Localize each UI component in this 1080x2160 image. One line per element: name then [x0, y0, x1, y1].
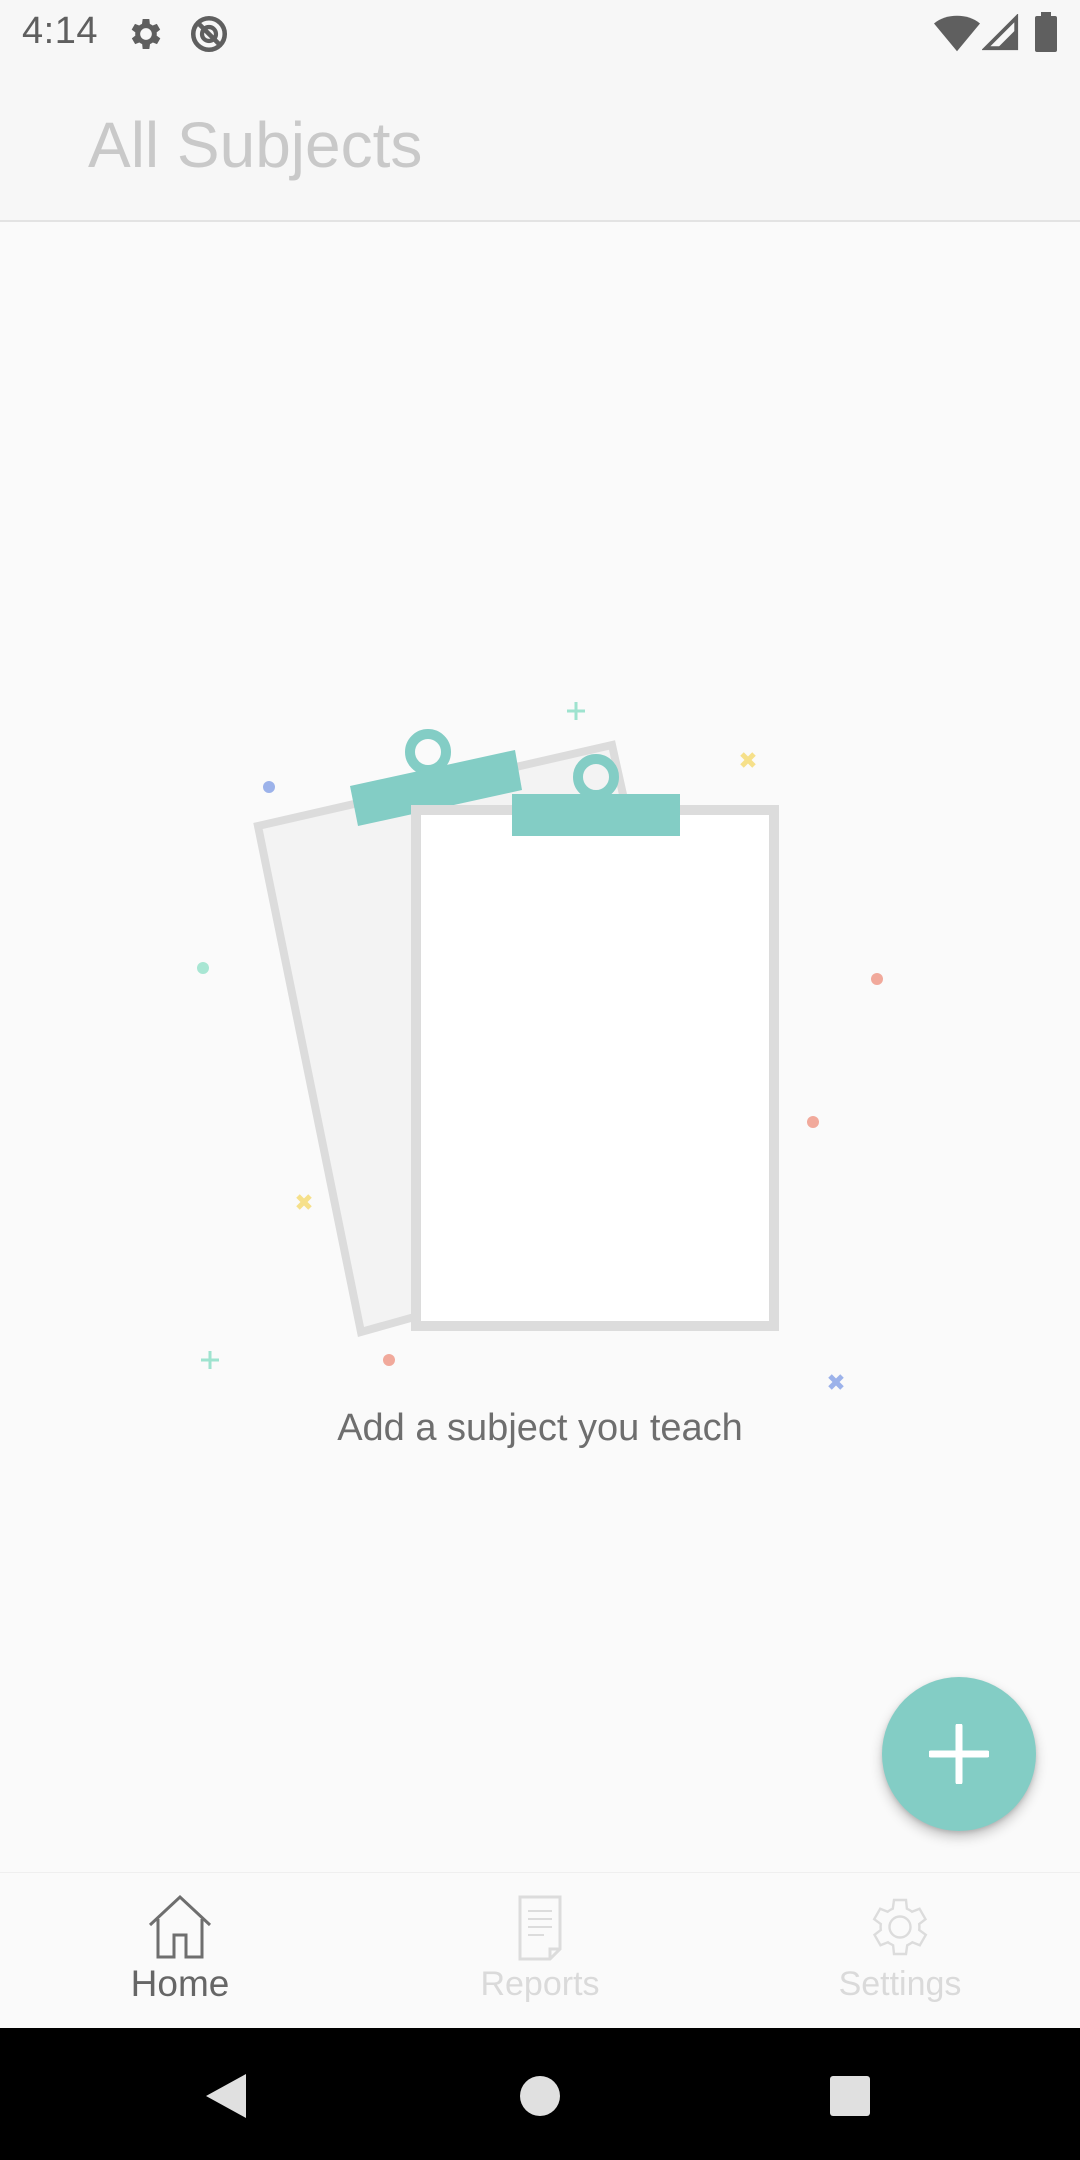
nav-item-reports[interactable]: Reports: [360, 1873, 720, 2029]
front-clipboard: [411, 805, 779, 1331]
nav-label-reports: Reports: [480, 1965, 600, 2003]
nav-label-home: Home: [130, 1963, 230, 2004]
sparkle-star: [296, 1194, 312, 1210]
wifi-icon: [934, 15, 980, 52]
system-navigation-bar: [0, 2028, 1080, 2160]
sparkle-dot: [383, 1354, 395, 1366]
page-title: All Subjects: [88, 109, 423, 181]
sparkle-dot: [871, 973, 883, 985]
sparkle-star: [740, 752, 756, 768]
app-bar: All Subjects: [0, 66, 1080, 222]
add-subject-button[interactable]: [882, 1677, 1036, 1831]
no-disturb-icon: [190, 15, 228, 53]
nav-item-home[interactable]: Home: [0, 1873, 360, 2029]
home-icon: [148, 1894, 212, 1959]
sparkle-dot: [197, 962, 209, 974]
content-area: Add a subject you teach: [0, 222, 1080, 1872]
sparkle-plus: [567, 702, 585, 720]
recents-icon[interactable]: [830, 2076, 870, 2116]
sparkle-dot: [807, 1116, 819, 1128]
plus-icon: [929, 1724, 989, 1784]
report-icon: [518, 1895, 562, 1961]
status-bar: 4:14: [0, 0, 1080, 66]
bottom-navigation: Home Reports Settings: [0, 1872, 1080, 2029]
empty-state-message: Add a subject you teach: [337, 1407, 743, 1449]
settings-icon: [872, 1898, 928, 1956]
sparkle-dot: [263, 781, 275, 793]
battery-icon: [1035, 12, 1057, 52]
back-icon[interactable]: [204, 2072, 248, 2120]
gear-icon: [131, 19, 161, 49]
clipboards-illustration: [197, 702, 883, 1390]
cell-signal-icon: [982, 14, 1019, 51]
back-clip-ring: [405, 729, 451, 775]
nav-item-settings[interactable]: Settings: [720, 1873, 1080, 2029]
front-clip: [512, 794, 680, 836]
nav-label-settings: Settings: [838, 1965, 962, 2003]
sparkle-plus: [201, 1351, 219, 1369]
sparkle-star: [828, 1374, 844, 1390]
home-circle-icon[interactable]: [518, 2074, 562, 2118]
status-time: 4:14: [22, 10, 98, 52]
